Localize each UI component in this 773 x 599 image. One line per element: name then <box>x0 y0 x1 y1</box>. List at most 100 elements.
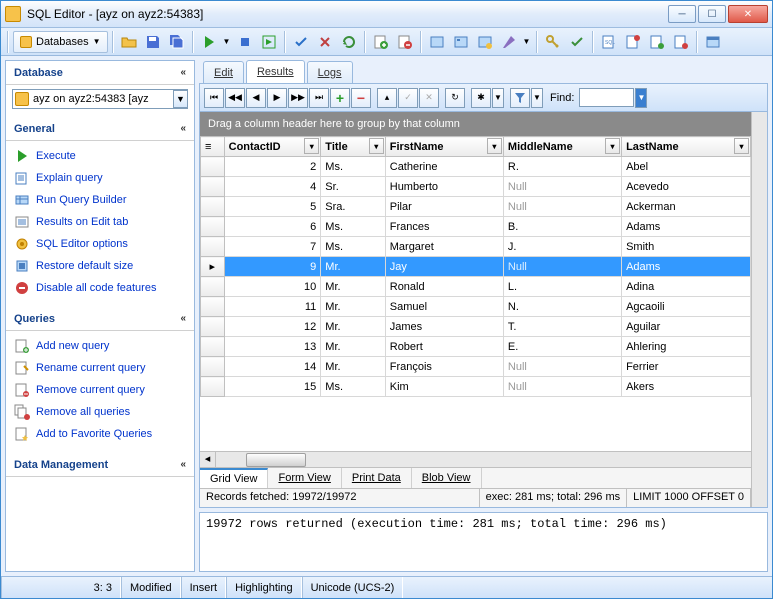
save-button[interactable] <box>142 31 164 53</box>
execute-button[interactable] <box>198 31 220 53</box>
output-console[interactable]: 19972 rows returned (execution time: 281… <box>199 512 768 572</box>
cell-middlename[interactable]: Null <box>503 357 621 377</box>
tool2-button[interactable] <box>450 31 472 53</box>
tab-edit[interactable]: Edit <box>203 61 244 83</box>
cell-firstname[interactable]: Kim <box>385 377 503 397</box>
column-header-firstname[interactable]: FirstName▾ <box>385 137 503 157</box>
tool4-button[interactable] <box>498 31 520 53</box>
row-header[interactable] <box>201 277 225 297</box>
sidebar-item-sql-editor-options[interactable]: SQL Editor options <box>12 233 188 255</box>
table-row[interactable]: 13Mr.RobertE.Ahlering <box>201 337 751 357</box>
sidebar-item-results-on-edit-tab[interactable]: Results on Edit tab <box>12 211 188 233</box>
cell-contactid[interactable]: 9 <box>224 257 321 277</box>
table-row[interactable]: ▸9Mr.JayNullAdams <box>201 257 751 277</box>
sidebar-item-explain-query[interactable]: Explain query <box>12 167 188 189</box>
cell-title[interactable]: Mr. <box>321 337 385 357</box>
queries-section-header[interactable]: Queries « <box>6 307 194 331</box>
tool1-button[interactable] <box>426 31 448 53</box>
cell-contactid[interactable]: 11 <box>224 297 321 317</box>
cell-title[interactable]: Ms. <box>321 377 385 397</box>
refresh-grid-button[interactable]: ↻ <box>445 88 465 108</box>
cell-title[interactable]: Mr. <box>321 297 385 317</box>
tab-blob-view[interactable]: Blob View <box>412 468 482 488</box>
cell-contactid[interactable]: 13 <box>224 337 321 357</box>
cell-title[interactable]: Sr. <box>321 177 385 197</box>
maximize-button[interactable]: ☐ <box>698 5 726 23</box>
check2-button[interactable] <box>566 31 588 53</box>
database-section-header[interactable]: Database « <box>6 61 194 85</box>
column-filter-icon[interactable]: ▾ <box>369 138 384 154</box>
refresh-button[interactable] <box>338 31 360 53</box>
cell-middlename[interactable]: L. <box>503 277 621 297</box>
cell-title[interactable]: Ms. <box>321 237 385 257</box>
sql2-button[interactable] <box>622 31 644 53</box>
open-button[interactable] <box>118 31 140 53</box>
cell-title[interactable]: Mr. <box>321 317 385 337</box>
row-header[interactable] <box>201 217 225 237</box>
delete-row-button[interactable]: − <box>351 88 371 108</box>
cell-middlename[interactable]: Null <box>503 377 621 397</box>
filter-button[interactable] <box>510 88 530 108</box>
cell-lastname[interactable]: Adina <box>622 277 751 297</box>
check-button[interactable] <box>290 31 312 53</box>
cell-firstname[interactable]: Margaret <box>385 237 503 257</box>
cell-lastname[interactable]: Smith <box>622 237 751 257</box>
cell-firstname[interactable]: Ronald <box>385 277 503 297</box>
bookmark-dropdown[interactable]: ▼ <box>492 88 504 108</box>
cell-middlename[interactable]: Null <box>503 197 621 217</box>
cell-middlename[interactable]: T. <box>503 317 621 337</box>
sql1-button[interactable]: SQL <box>598 31 620 53</box>
tool4-dropdown[interactable]: ▼ <box>522 31 532 53</box>
window-button[interactable] <box>702 31 724 53</box>
cell-lastname[interactable]: Akers <box>622 377 751 397</box>
group-by-bar[interactable]: Drag a column header here to group by th… <box>200 112 751 136</box>
sidebar-item-run-query-builder[interactable]: Run Query Builder <box>12 189 188 211</box>
cell-title[interactable]: Ms. <box>321 217 385 237</box>
close-button[interactable]: ✕ <box>728 5 768 23</box>
cell-lastname[interactable]: Ahlering <box>622 337 751 357</box>
commit-button[interactable]: ✓ <box>398 88 418 108</box>
cell-contactid[interactable]: 4 <box>224 177 321 197</box>
column-filter-icon[interactable]: ▾ <box>605 138 620 154</box>
insert-row-button[interactable]: + <box>330 88 350 108</box>
cell-firstname[interactable]: Pilar <box>385 197 503 217</box>
nav-first-button[interactable]: ⏮ <box>204 88 224 108</box>
column-header-title[interactable]: Title▾ <box>321 137 385 157</box>
data-management-section-header[interactable]: Data Management « <box>6 453 194 477</box>
tool3-button[interactable] <box>474 31 496 53</box>
column-filter-icon[interactable]: ▾ <box>304 138 319 154</box>
horizontal-scrollbar[interactable]: ◂ <box>200 451 751 467</box>
cell-middlename[interactable]: N. <box>503 297 621 317</box>
row-header[interactable] <box>201 237 225 257</box>
table-row[interactable]: 2Ms.CatherineR.Abel <box>201 157 751 177</box>
nav-prev-page-button[interactable]: ◀◀ <box>225 88 245 108</box>
sidebar-item-remove-current-query[interactable]: Remove current query <box>12 379 188 401</box>
nav-next-button[interactable]: ▶ <box>267 88 287 108</box>
table-row[interactable]: 5Sra.PilarNullAckerman <box>201 197 751 217</box>
cell-lastname[interactable]: Aguilar <box>622 317 751 337</box>
row-header[interactable]: ▸ <box>201 257 225 277</box>
cell-middlename[interactable]: E. <box>503 337 621 357</box>
sidebar-item-add-to-favorite-queries[interactable]: Add to Favorite Queries <box>12 423 188 445</box>
cell-contactid[interactable]: 12 <box>224 317 321 337</box>
key-button[interactable] <box>542 31 564 53</box>
row-selector-header[interactable]: ≡ <box>201 137 225 157</box>
titlebar[interactable]: SQL Editor - [ayz on ayz2:54383] ─ ☐ ✕ <box>1 1 772 28</box>
cell-middlename[interactable]: Null <box>503 177 621 197</box>
stop-button[interactable] <box>234 31 256 53</box>
tab-grid-view[interactable]: Grid View <box>200 468 268 488</box>
data-grid[interactable]: ≡ContactID▾Title▾FirstName▾MiddleName▾La… <box>200 136 751 451</box>
cell-lastname[interactable]: Agcaoili <box>622 297 751 317</box>
general-section-header[interactable]: General « <box>6 117 194 141</box>
row-header[interactable] <box>201 177 225 197</box>
column-filter-icon[interactable]: ▾ <box>487 138 502 154</box>
find-input[interactable] <box>579 88 634 107</box>
cell-firstname[interactable]: Humberto <box>385 177 503 197</box>
table-row[interactable]: 12Mr.JamesT.Aguilar <box>201 317 751 337</box>
cell-lastname[interactable]: Acevedo <box>622 177 751 197</box>
sidebar-item-disable-all-code-features[interactable]: Disable all code features <box>12 277 188 299</box>
edit-button[interactable]: ▴ <box>377 88 397 108</box>
cell-contactid[interactable]: 15 <box>224 377 321 397</box>
cell-contactid[interactable]: 6 <box>224 217 321 237</box>
cancel-button[interactable] <box>314 31 336 53</box>
